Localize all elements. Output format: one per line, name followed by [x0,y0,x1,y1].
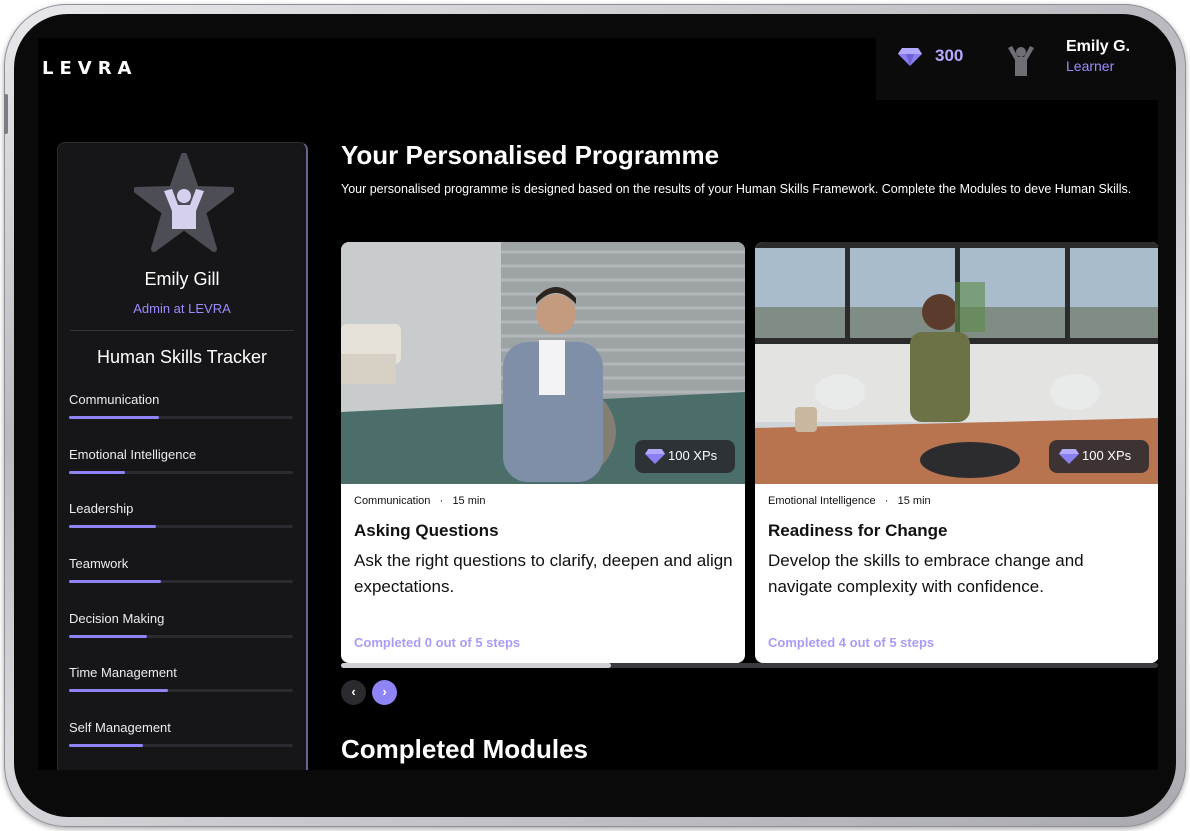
skill-progress-track [69,471,293,474]
header-user-panel: 300 Emily G. Learner [876,38,1158,100]
carousel-scrollbar-thumb[interactable] [341,663,611,668]
skill-communication[interactable]: Communication [69,392,293,419]
skill-progress-fill [69,580,161,583]
module-category: Communication [354,495,431,507]
skill-label: Leadership [69,501,134,516]
tablet-side-button [4,94,8,134]
page-title: Your Personalised Programme [341,140,720,170]
module-duration: 15 min [452,495,486,507]
user-cheer-icon[interactable] [1004,44,1038,78]
skill-progress-track [69,525,293,528]
skill-decision-making[interactable]: Decision Making [69,611,293,638]
diamond-icon [898,48,922,66]
skill-progress-track [69,416,293,419]
skill-progress-track [69,744,293,747]
module-category: Emotional Intelligence [768,495,876,507]
module-description: Ask the right questions to clarify, deep… [354,551,733,596]
module-duration: 15 min [897,495,931,507]
skill-progress-track [69,689,293,692]
module-title: Readiness for Change [768,521,948,540]
module-card-asking-questions[interactable]: 100 XPs Communication · 15 min Asking Qu… [341,242,745,663]
module-meta: Communication · 15 min [354,495,485,507]
carousel-prev-button[interactable]: ‹ [341,680,366,705]
skill-progress-fill [69,635,148,638]
skill-emotional-intelligence[interactable]: Emotional Intelligence [69,447,293,474]
skill-label: Decision Making [69,611,165,626]
skill-progress-fill [69,744,143,747]
carousel-scrollbar[interactable] [341,663,1158,668]
module-progress: Completed 0 out of 5 steps [354,635,521,650]
skill-progress-fill [69,416,159,419]
star-avatar-icon [134,153,234,252]
skill-label: Communication [69,392,160,407]
skill-progress-fill [69,471,125,474]
app-screen: LEVRA 300 Emily G. Learner Emily Gill Ad… [38,38,1158,770]
module-title: Asking Questions [354,521,499,540]
xp-badge-label: 100 XPs [1082,448,1132,463]
xp-badge-label: 100 XPs [668,448,718,463]
module-card-readiness-for-change[interactable]: 100 XPs Emotional Intelligence · 15 min … [755,242,1158,663]
diamond-icon [1059,449,1079,464]
completed-modules-title: Completed Modules [341,734,589,764]
xp-badge: 100 XPs [635,440,735,473]
user-name[interactable]: Emily G. [1066,38,1130,56]
profile-name: Emily Gill [144,269,220,289]
sidebar-divider [70,330,294,331]
skill-self-management[interactable]: Self Management [69,720,293,747]
carousel-next-button[interactable]: › [372,680,397,705]
skill-progress-fill [69,689,168,692]
levra-logo[interactable]: LEVRA [42,58,138,79]
page-description: Your personalised programme is designed … [341,182,1132,196]
module-progress: Completed 4 out of 5 steps [768,635,935,650]
diamond-icon [645,449,665,464]
xp-total: 300 [935,46,964,65]
skill-teamwork[interactable]: Teamwork [69,556,293,583]
skill-label: Emotional Intelligence [69,447,197,462]
skill-label: Self Management [69,720,171,735]
skill-progress-track [69,635,293,638]
skill-label: Teamwork [69,556,129,571]
skill-progress-fill [69,525,157,528]
skill-leadership[interactable]: Leadership [69,501,293,528]
module-meta: Emotional Intelligence · 15 min [768,495,931,507]
module-description: Develop the skills to embrace change and… [768,551,1084,596]
skill-time-management[interactable]: Time Management [69,665,293,692]
user-role: Learner [1066,58,1115,74]
skill-progress-track [69,580,293,583]
profile-sidebar: Emily Gill Admin at LEVRA Human Skills T… [57,142,308,770]
xp-badge: 100 XPs [1049,440,1149,473]
skill-label: Time Management [69,665,177,680]
profile-role: Admin at LEVRA [133,301,231,316]
skills-tracker-title: Human Skills Tracker [96,347,268,367]
meta-separator: · [878,495,895,507]
meta-separator: · [433,495,450,507]
